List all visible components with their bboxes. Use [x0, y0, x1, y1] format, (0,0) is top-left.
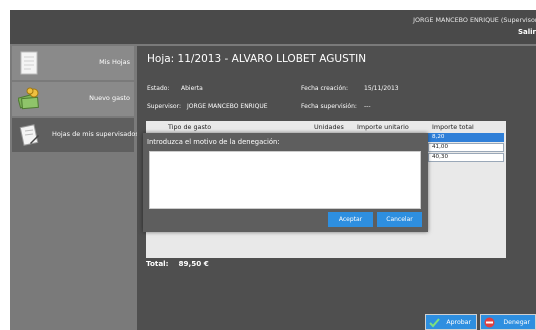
app-window: JORGE MANCEBO ENRIQUE (Supervisor) Salir…	[10, 10, 536, 330]
column-header-importe-unitario: Importe unitario	[357, 123, 409, 131]
money-icon	[18, 87, 39, 110]
supervised-sheets-icon	[19, 124, 39, 146]
approve-button[interactable]: Aprobar	[425, 314, 477, 330]
total-label: Total:	[146, 259, 169, 268]
dialog-title: Introduzca el motivo de la denegación:	[147, 138, 280, 146]
table-cell[interactable]: 41,00	[428, 143, 504, 152]
document-icon	[20, 51, 38, 75]
denial-reason-dialog: Introduzca el motivo de la denegación: A…	[143, 133, 428, 232]
fecha-supervision-label: Fecha supervisión:	[301, 103, 357, 110]
sidebar-item-mis-hojas[interactable]: Mis Hojas	[12, 46, 134, 80]
top-bar: JORGE MANCEBO ENRIQUE (Supervisor) Salir	[10, 10, 536, 44]
checkmark-icon	[429, 318, 440, 328]
sidebar-item-label: Mis Hojas	[99, 58, 130, 66]
column-header-unidades: Unidades	[314, 123, 344, 131]
table-cell[interactable]: 8,20	[428, 133, 504, 142]
accept-button[interactable]: Aceptar	[328, 212, 373, 227]
total-summary: Total: 89,50 €	[146, 259, 209, 268]
estado-value: Abierta	[181, 85, 203, 92]
column-header-tipo: Tipo de gasto	[168, 123, 212, 131]
page-title: Hoja: 11/2013 - ALVARO LLOBET AGUSTIN	[147, 53, 367, 65]
fecha-creacion-label: Fecha creación:	[301, 85, 348, 92]
deny-button[interactable]: Denegar	[480, 314, 536, 330]
sidebar-item-hojas-supervisados[interactable]: Hojas de mis supervisados	[12, 118, 139, 152]
column-header-importe-total: Importe total	[432, 123, 474, 131]
supervisor-value: JORGE MANCEBO ENRIQUE	[187, 103, 268, 110]
sidebar-item-label: Nuevo gasto	[89, 94, 130, 102]
fecha-supervision-value: ---	[364, 103, 371, 110]
sidebar-item-label: Hojas de mis supervisados	[52, 130, 139, 138]
logout-link[interactable]: Salir	[518, 28, 536, 36]
cancel-button[interactable]: Cancelar	[377, 212, 422, 227]
supervisor-label: Supervisor:	[147, 103, 181, 110]
current-user-label: JORGE MANCEBO ENRIQUE (Supervisor)	[413, 16, 536, 24]
denial-reason-input[interactable]	[149, 151, 421, 209]
total-value: 89,50 €	[178, 259, 209, 268]
sidebar-item-nuevo-gasto[interactable]: Nuevo gasto	[12, 82, 134, 116]
fecha-creacion-value: 15/11/2013	[364, 85, 399, 92]
deny-icon	[484, 317, 495, 328]
estado-label: Estado:	[147, 85, 170, 92]
table-cell[interactable]: 40,30	[428, 153, 504, 162]
